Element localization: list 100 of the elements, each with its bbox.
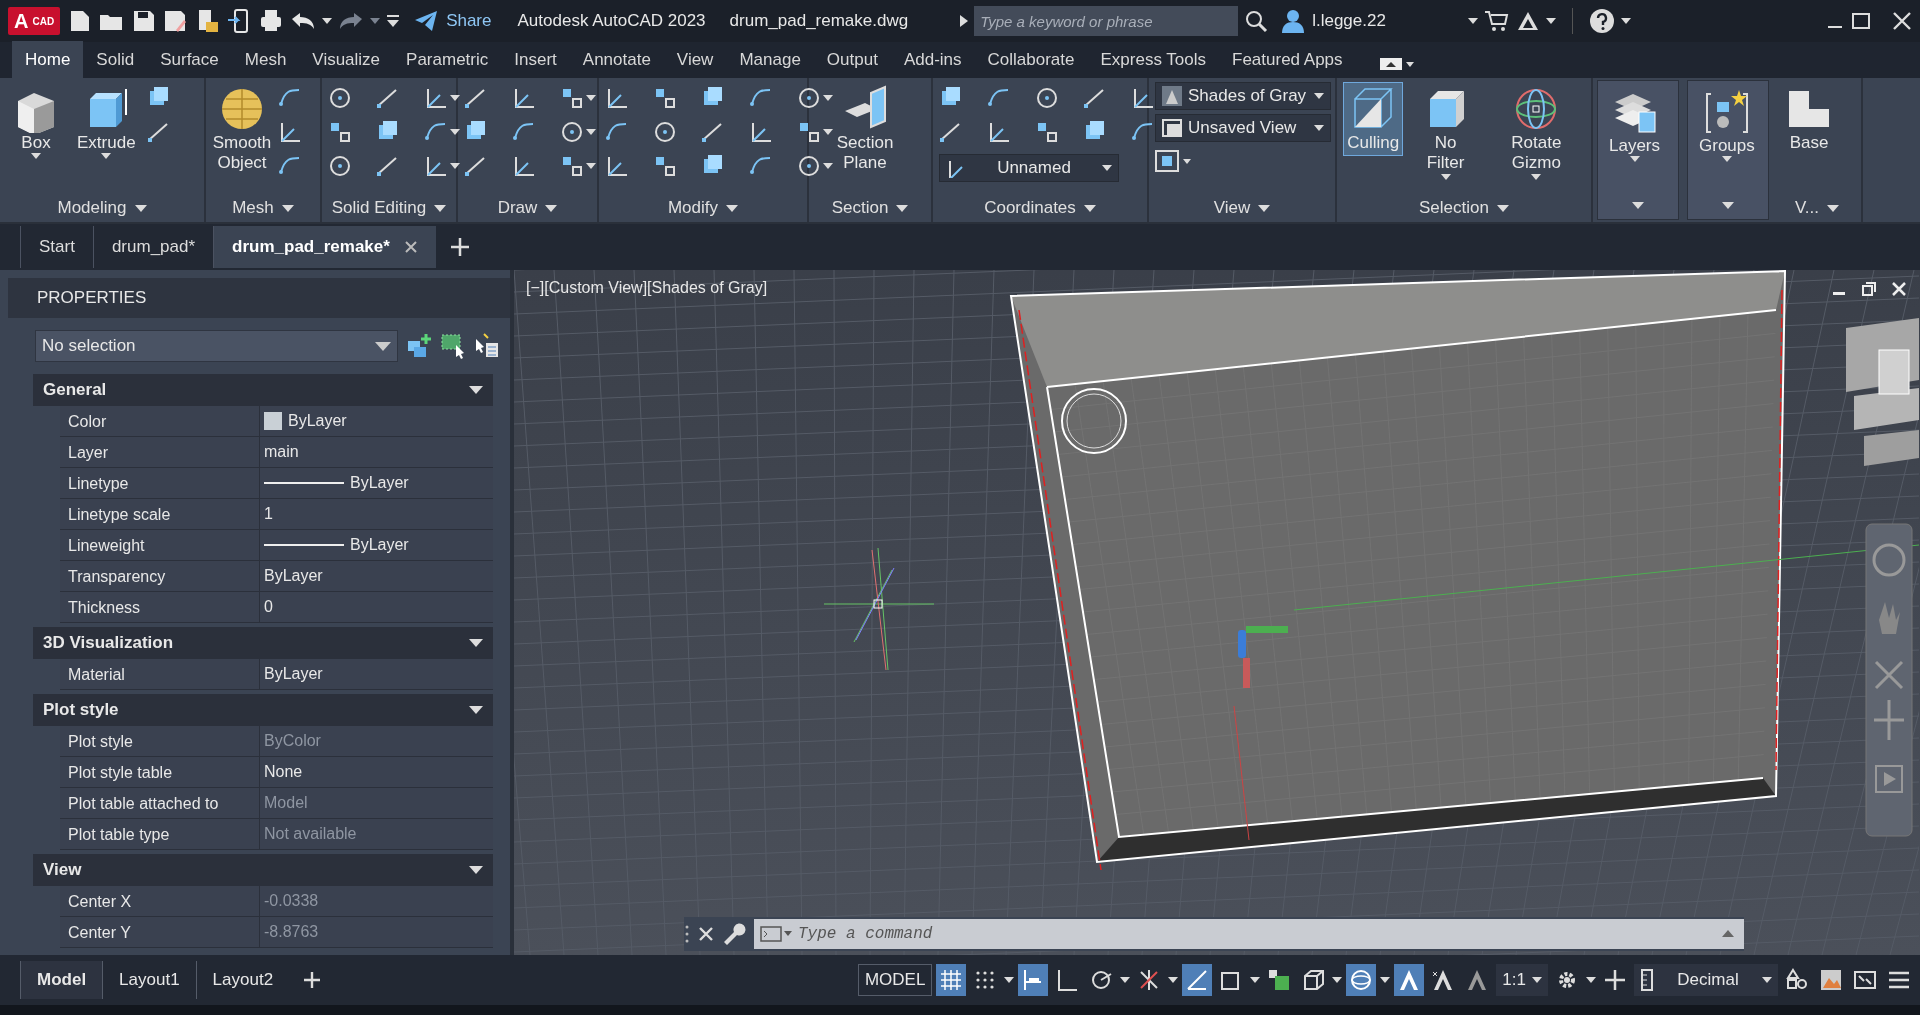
property-value[interactable]: ByLayer (350, 471, 409, 495)
section-header[interactable]: View (33, 854, 493, 886)
ribbon-large-button[interactable]: Rotate Gizmo (1487, 82, 1585, 183)
view-dropdown[interactable]: Unsaved View (1155, 114, 1331, 142)
property-value[interactable]: ByLayer (288, 409, 347, 433)
annotation-scale-dropdown[interactable]: 1:1 (1496, 964, 1548, 996)
ribbon-large-button[interactable]: Culling (1343, 82, 1404, 157)
annotation-button[interactable] (1394, 964, 1425, 996)
layout-tab[interactable]: Model (20, 961, 103, 999)
caret-icon[interactable] (1380, 977, 1391, 983)
drag-handle-icon[interactable] (684, 924, 690, 944)
document-tab[interactable]: Start (20, 226, 93, 268)
ribbon-tab[interactable]: Mesh (231, 40, 300, 78)
viewport-restore-icon[interactable] (1862, 282, 1876, 296)
expand-up-icon[interactable] (1722, 930, 1734, 937)
ribbon-large-button[interactable]: Extrude (72, 82, 141, 163)
ribbon-tab[interactable]: Output (813, 40, 891, 78)
user-menu-button[interactable]: l.legge.22 (1282, 8, 1463, 34)
caret-icon[interactable] (1250, 977, 1261, 983)
caret-icon[interactable] (1332, 977, 1343, 983)
ribbon-tab[interactable]: View (663, 40, 727, 78)
panel-title-button[interactable]: Draw (497, 195, 558, 221)
wrench-icon[interactable] (722, 922, 746, 946)
ribbon-tab[interactable]: Parametric (393, 40, 502, 78)
view-dropdown[interactable]: Shades of Gray (1155, 82, 1331, 110)
add-layout-icon[interactable] (303, 971, 322, 989)
globe-button[interactable] (1346, 964, 1377, 996)
ribbon-tab[interactable]: Manage (726, 40, 814, 78)
app-logo[interactable]: A CAD (8, 7, 61, 35)
ribbon-tab[interactable]: Featured Apps (1219, 40, 1356, 78)
panel-title-button[interactable]: Section (831, 195, 909, 221)
ribbon-large-button[interactable]: Smooth Object (212, 82, 272, 177)
new-tab-icon[interactable] (449, 237, 470, 257)
ribbon-tab[interactable]: Solid (83, 40, 148, 78)
units-dropdown[interactable]: Decimal (1634, 964, 1778, 996)
share-button[interactable]: Share (414, 8, 492, 34)
ribbon-tab[interactable]: Annotate (569, 40, 664, 78)
close-icon[interactable] (403, 240, 418, 254)
caret-icon[interactable] (1722, 201, 1734, 209)
section-header[interactable]: Plot style (33, 694, 493, 726)
model-space-button[interactable]: MODEL (857, 964, 933, 996)
close-icon[interactable] (1892, 12, 1912, 30)
document-tab[interactable]: drum_pad_remake* (213, 226, 436, 268)
caret-icon[interactable] (1586, 977, 1596, 983)
panel-title-button[interactable]: Modeling (57, 195, 147, 221)
ribbon-tab[interactable]: Surface (147, 40, 232, 78)
ribbon-minimize-button[interactable] (1379, 58, 1414, 70)
ribbon-tab[interactable]: Add-ins (890, 40, 975, 78)
caret-icon[interactable] (1168, 977, 1179, 983)
angle-button[interactable] (1182, 964, 1213, 996)
panel-title-button[interactable]: Modify (667, 195, 739, 221)
panel-title-button[interactable]: Solid Editing (331, 195, 447, 221)
caret-icon[interactable] (1120, 977, 1131, 983)
undo-icon[interactable] (290, 11, 317, 31)
ribbon-large-button[interactable]: Box (6, 82, 66, 163)
close-icon[interactable] (698, 926, 714, 942)
customize-menu-icon[interactable] (386, 14, 401, 28)
ribbon-large-button[interactable]: Base (1779, 82, 1839, 157)
viewport-controls-label[interactable]: [−][Custom View][Shades of Gray] (526, 276, 768, 300)
expand-arrow-icon[interactable] (960, 15, 969, 27)
select-objects-icon[interactable] (440, 333, 466, 359)
caret-icon[interactable] (1468, 18, 1479, 24)
layout-tab[interactable]: Layout1 (102, 961, 196, 999)
command-input[interactable]: Type a command (754, 919, 1744, 949)
panel-title-button[interactable]: View (1213, 195, 1271, 221)
save-as-icon[interactable] (162, 8, 189, 34)
caret-icon[interactable] (1632, 201, 1644, 209)
add-selection-icon[interactable] (406, 333, 432, 359)
ribbon-tab[interactable]: Home (12, 40, 84, 78)
ucs-dropdown[interactable]: Unnamed (939, 154, 1119, 182)
panel-title-button[interactable]: V... (1795, 195, 1839, 221)
ribbon-large-button[interactable]: Section Plane (815, 82, 915, 177)
command-history-icon[interactable] (760, 926, 792, 942)
ribbon-tab[interactable]: Express Tools (1087, 40, 1219, 78)
ribbon-large-button[interactable]: No Filter (1409, 82, 1482, 183)
panel-title-button[interactable]: Coordinates (984, 195, 1096, 221)
grid-button[interactable] (936, 964, 967, 996)
quick-select-icon[interactable] (474, 333, 500, 359)
ribbon-tab[interactable]: Insert (501, 40, 570, 78)
ribbon-tab[interactable]: Visualize (299, 40, 394, 78)
panel-title-button[interactable]: Selection (1419, 195, 1509, 221)
viewport-close-icon[interactable] (1892, 282, 1906, 296)
maximize-icon[interactable] (1850, 12, 1872, 30)
section-header[interactable]: General (33, 374, 493, 406)
caret-icon[interactable] (322, 18, 333, 24)
panel-title-button[interactable]: Mesh (232, 195, 294, 221)
triangle-logo-icon[interactable] (1516, 10, 1541, 32)
redo-icon[interactable] (338, 11, 365, 31)
property-value[interactable]: ByLayer (350, 533, 409, 557)
section-header[interactable]: 3D Visualization (33, 627, 493, 659)
search-field[interactable]: Type a keyword or phrase (974, 6, 1239, 36)
caret-icon[interactable] (1004, 977, 1015, 983)
search-icon[interactable] (1244, 9, 1269, 33)
caret-icon[interactable] (1621, 18, 1632, 24)
help-icon[interactable] (1589, 8, 1616, 34)
ribbon-tab[interactable]: Collaborate (974, 40, 1088, 78)
layout-tab[interactable]: Layout2 (195, 961, 290, 999)
caret-icon[interactable] (1546, 18, 1557, 24)
cart-icon[interactable] (1484, 10, 1511, 32)
selection-dropdown[interactable]: No selection (35, 330, 398, 362)
